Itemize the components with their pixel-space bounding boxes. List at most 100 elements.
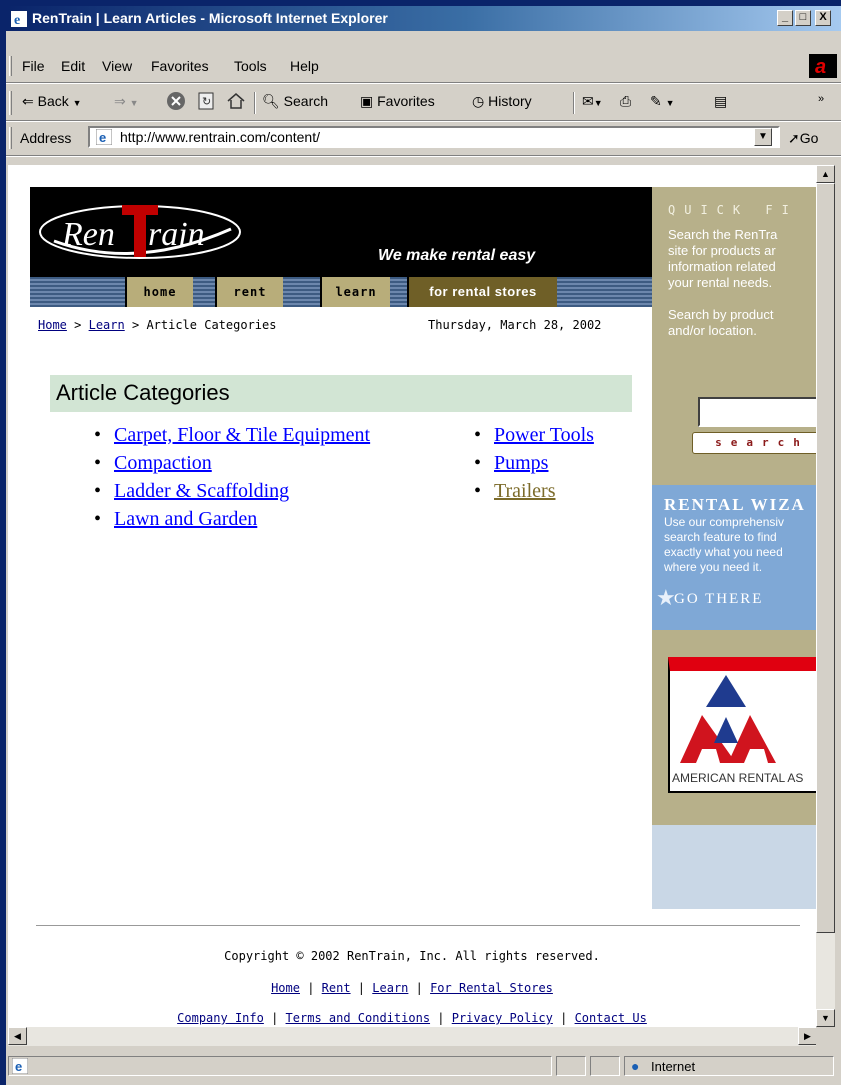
search-button[interactable]: 🔍︎ Search <box>262 93 328 110</box>
history-label: History <box>488 93 532 109</box>
page-status-icon: e <box>12 1058 28 1074</box>
refresh-icon: ↻ <box>198 92 214 110</box>
address-dropdown-button[interactable]: ▼ <box>754 128 772 146</box>
footer-links-secondary: Company Info | Terms and Conditions | Pr… <box>177 1011 647 1025</box>
refresh-button[interactable]: ↻ <box>196 91 216 114</box>
star-icon: ★ <box>656 585 676 610</box>
minimize-button[interactable]: _ <box>777 10 793 26</box>
breadcrumb-learn[interactable]: Learn <box>89 318 125 332</box>
forward-button[interactable]: ⇒ ▼ <box>114 93 139 110</box>
edit-button[interactable]: ✎ ▼ <box>650 93 675 110</box>
vertical-scroll-thumb[interactable] <box>816 183 835 933</box>
back-arrow-icon: ⇐ <box>22 93 34 109</box>
footer-link-company-info[interactable]: Company Info <box>177 1011 264 1025</box>
status-bar: e ● Internet <box>6 1053 841 1079</box>
category-link[interactable]: Carpet, Floor & Tile Equipment <box>114 424 370 446</box>
footer-links-primary: Home | Rent | Learn | For Rental Stores <box>271 981 553 995</box>
svg-text:a: a <box>815 56 826 78</box>
scroll-right-button[interactable]: ▶ <box>798 1027 817 1045</box>
quick-find-search-input[interactable] <box>698 397 816 427</box>
footer-link-home[interactable]: Home <box>271 981 300 995</box>
vertical-scrollbar[interactable]: ▲ ▼ <box>816 165 835 1027</box>
home-button[interactable] <box>226 91 246 114</box>
page-icon: e <box>96 129 112 145</box>
site-nav: home rent learn for rental stores <box>30 277 652 307</box>
breadcrumb-home[interactable]: Home <box>38 318 67 332</box>
toolbar-overflow-chevron-icon[interactable]: » <box>818 93 824 105</box>
maximize-button[interactable]: □ <box>795 10 811 26</box>
breadcrumb-current: Article Categories <box>146 318 277 332</box>
stop-icon <box>167 92 185 110</box>
rental-wizard-line: where you need it. <box>664 560 763 574</box>
rental-wizard-promo[interactable]: RENTAL WIZA Use our comprehensiv search … <box>652 485 816 630</box>
favorites-button[interactable]: ▣ Favorites <box>360 93 435 110</box>
print-icon: ⎙ <box>620 93 632 109</box>
go-button[interactable]: ➚Go <box>788 130 818 147</box>
category-link[interactable]: Pumps <box>494 452 548 474</box>
menu-tools[interactable]: Tools <box>234 58 267 74</box>
status-text-pane: e <box>8 1056 552 1076</box>
chevron-down-icon: ▼ <box>665 98 675 108</box>
menu-favorites[interactable]: Favorites <box>151 58 209 74</box>
current-date: Thursday, March 28, 2002 <box>428 318 602 332</box>
nav-for-rental-stores[interactable]: for rental stores <box>407 277 557 307</box>
addressbar-grip[interactable] <box>9 127 12 149</box>
discuss-icon: ▤ <box>714 93 728 109</box>
category-link[interactable]: Compaction <box>114 452 212 474</box>
category-link[interactable]: Lawn and Garden <box>114 508 257 530</box>
footer-link-learn[interactable]: Learn <box>372 981 408 995</box>
footer-link-rent[interactable]: Rent <box>322 981 351 995</box>
site-banner: Ren rain We make rental easy <box>30 187 652 277</box>
footer-link-privacy[interactable]: Privacy Policy <box>452 1011 553 1025</box>
menubar-grip[interactable] <box>9 56 12 76</box>
rental-wizard-line: search feature to find <box>664 530 777 544</box>
svg-text:e: e <box>15 1059 22 1074</box>
category-link[interactable]: Trailers <box>494 480 555 502</box>
list-item: Pumps <box>468 452 594 480</box>
menu-file[interactable]: File <box>22 58 45 74</box>
window-title: RenTrain | Learn Articles - Microsoft In… <box>32 10 388 26</box>
address-url: http://www.rentrain.com/content/ <box>120 129 320 145</box>
category-link[interactable]: Ladder & Scaffolding <box>114 480 289 502</box>
scroll-up-button[interactable]: ▲ <box>816 165 835 183</box>
stop-button[interactable] <box>166 91 186 114</box>
history-button[interactable]: ◷ History <box>472 93 532 110</box>
nav-learn[interactable]: learn <box>320 277 390 307</box>
list-item: Trailers <box>468 480 594 508</box>
scroll-down-button[interactable]: ▼ <box>816 1009 835 1027</box>
ara-logo-icon <box>680 675 776 763</box>
addressbar-divider <box>6 155 841 157</box>
go-arrow-icon: ➚ <box>788 130 800 146</box>
toolbar-grip[interactable] <box>9 91 12 115</box>
scroll-left-button[interactable]: ◀ <box>8 1027 27 1045</box>
category-link[interactable]: Power Tools <box>494 424 594 446</box>
rentrain-logo[interactable]: Ren rain <box>36 201 246 265</box>
back-button[interactable]: ⇐ Back ▼ <box>22 93 82 110</box>
address-input[interactable]: e http://www.rentrain.com/content/ <box>88 126 780 148</box>
breadcrumb-separator: > <box>74 318 82 332</box>
quick-find-search-button[interactable]: search <box>692 432 816 454</box>
menu-bar: File Edit View Favorites Tools Help a <box>6 53 841 79</box>
menu-edit[interactable]: Edit <box>61 58 85 74</box>
menu-view[interactable]: View <box>102 58 132 74</box>
nav-home[interactable]: home <box>125 277 193 307</box>
menu-help[interactable]: Help <box>290 58 319 74</box>
breadcrumb: Home > Learn > Article Categories <box>38 318 276 332</box>
mail-button[interactable]: ✉▼ <box>582 93 603 110</box>
discuss-button[interactable]: ▤ <box>714 93 727 110</box>
footer-link-contact[interactable]: Contact Us <box>575 1011 647 1025</box>
zone-pane: ● Internet <box>624 1056 834 1076</box>
list-item: Ladder & Scaffolding <box>88 480 370 508</box>
globe-icon: ● <box>631 1058 640 1074</box>
search-icon: 🔍︎ <box>262 93 280 109</box>
print-button[interactable]: ⎙ <box>620 93 631 110</box>
ara-logo-banner[interactable]: AMERICAN RENTAL AS <box>668 657 816 793</box>
nav-rent[interactable]: rent <box>215 277 283 307</box>
title-bar[interactable]: e RenTrain | Learn Articles - Microsoft … <box>6 6 841 31</box>
footer-link-terms[interactable]: Terms and Conditions <box>286 1011 431 1025</box>
close-button[interactable]: X <box>815 10 831 26</box>
go-there-link[interactable]: GO THERE <box>674 591 763 608</box>
horizontal-scrollbar[interactable]: ◀ ▶ <box>8 1027 817 1046</box>
footer-link-for-rental-stores[interactable]: For Rental Stores <box>430 981 553 995</box>
